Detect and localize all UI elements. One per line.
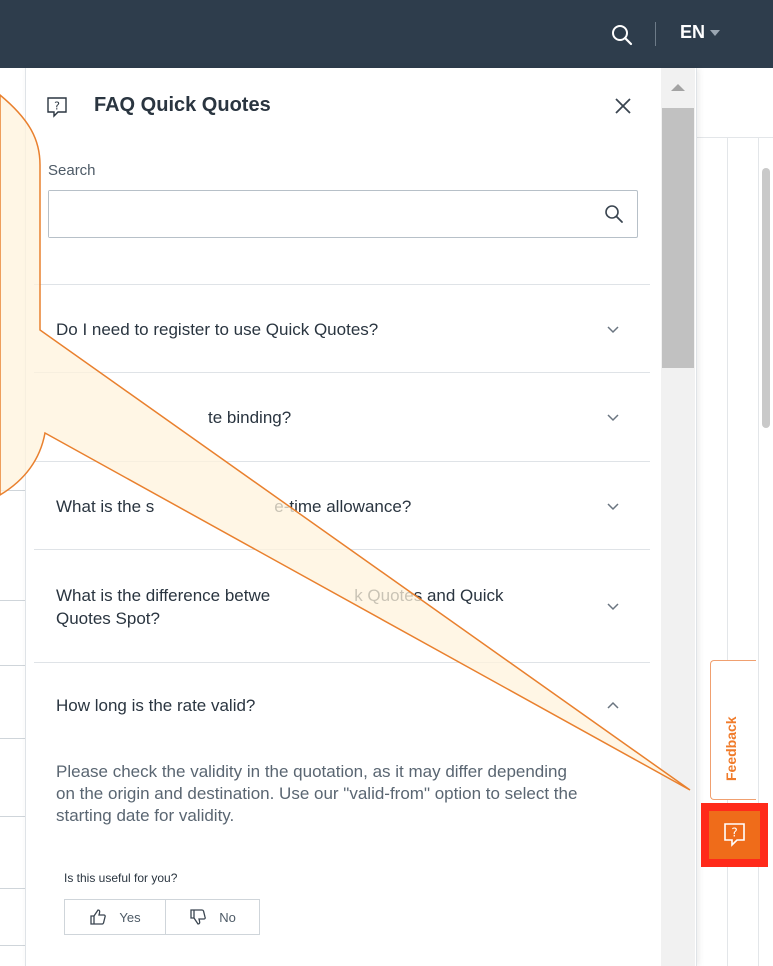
vote-buttons: Yes No [34, 899, 650, 935]
help-question-icon: ? [724, 823, 745, 847]
scroll-up-arrow[interactable] [671, 84, 685, 91]
faq-item-expanded: How long is the rate valid? Please check… [34, 662, 650, 962]
useful-prompt: Is this useful for you? [64, 871, 178, 885]
close-icon [615, 98, 631, 114]
feedback-label: Feedback [723, 716, 739, 781]
faq-help-button[interactable]: ? [709, 811, 760, 859]
faq-question-text: Quotes Spot? [56, 608, 160, 628]
faq-question[interactable]: What is the s e-time allowance? [34, 462, 650, 550]
panel-title: FAQ Quick Quotes [94, 94, 271, 116]
language-selector[interactable]: EN [680, 22, 705, 43]
yes-label: Yes [119, 909, 141, 925]
faq-help-button-highlight[interactable]: ? [701, 803, 768, 867]
svg-text:?: ? [731, 826, 737, 840]
search-label: Search [48, 162, 96, 179]
chevron-down-icon[interactable] [710, 30, 720, 36]
faq-item[interactable]: What is the difference betwe k Quotes and… [34, 549, 650, 662]
background-divider [0, 738, 25, 739]
faq-item[interactable]: Do I need to register to use Quick Quote… [34, 284, 650, 372]
background-divider [0, 888, 25, 889]
no-label: No [219, 909, 236, 925]
faq-question-text: te binding? [208, 408, 292, 427]
faq-item[interactable]: What is the s e-time allowance? [34, 461, 650, 549]
search-input[interactable] [49, 191, 589, 237]
help-question-icon: ? [46, 96, 68, 118]
faq-answer: Please check the validity in the quotati… [56, 762, 578, 825]
panel-scrollbar-thumb[interactable] [662, 108, 694, 368]
background-divider [0, 600, 25, 601]
background-divider [0, 490, 25, 491]
thumbs-down-icon [190, 909, 207, 925]
background-line [697, 137, 773, 138]
faq-question[interactable]: How long is the rate valid? [34, 663, 650, 747]
faq-question[interactable]: What is the difference betwe k Quotes and… [34, 550, 650, 663]
yes-button[interactable]: Yes [64, 899, 166, 935]
background-divider [0, 665, 25, 666]
chevron-up-icon[interactable] [606, 698, 620, 712]
chevron-down-icon[interactable] [606, 599, 620, 613]
header-search-button[interactable] [607, 20, 637, 50]
search-icon [612, 25, 633, 46]
page-scrollbar[interactable] [762, 168, 770, 428]
background-divider [0, 816, 25, 817]
header-separator [655, 22, 656, 46]
faq-question-text: What is the s [56, 496, 155, 516]
top-navigation-bar: EN [0, 0, 773, 68]
feedback-tab[interactable]: Feedback [710, 660, 756, 800]
faq-question-text: k Quotes and Quick [354, 585, 504, 605]
faq-search-field[interactable] [48, 190, 638, 238]
faq-question[interactable]: te binding? [34, 373, 650, 462]
faq-question-text: What is the difference betwe [56, 585, 271, 605]
no-button[interactable]: No [166, 899, 260, 935]
faq-question-text: e-time allowance? [274, 496, 412, 516]
faq-question[interactable]: Do I need to register to use Quick Quote… [34, 285, 650, 373]
thumbs-up-icon [90, 909, 107, 925]
chevron-down-icon[interactable] [606, 322, 620, 336]
faq-item[interactable]: te binding? [34, 372, 650, 461]
chevron-down-icon[interactable] [606, 499, 620, 513]
chevron-down-icon[interactable] [606, 410, 620, 424]
faq-list: Do I need to register to use Quick Quote… [34, 284, 650, 962]
close-button[interactable] [612, 95, 634, 117]
background-divider [0, 945, 25, 946]
svg-text:?: ? [54, 100, 60, 113]
search-icon[interactable] [603, 203, 625, 225]
